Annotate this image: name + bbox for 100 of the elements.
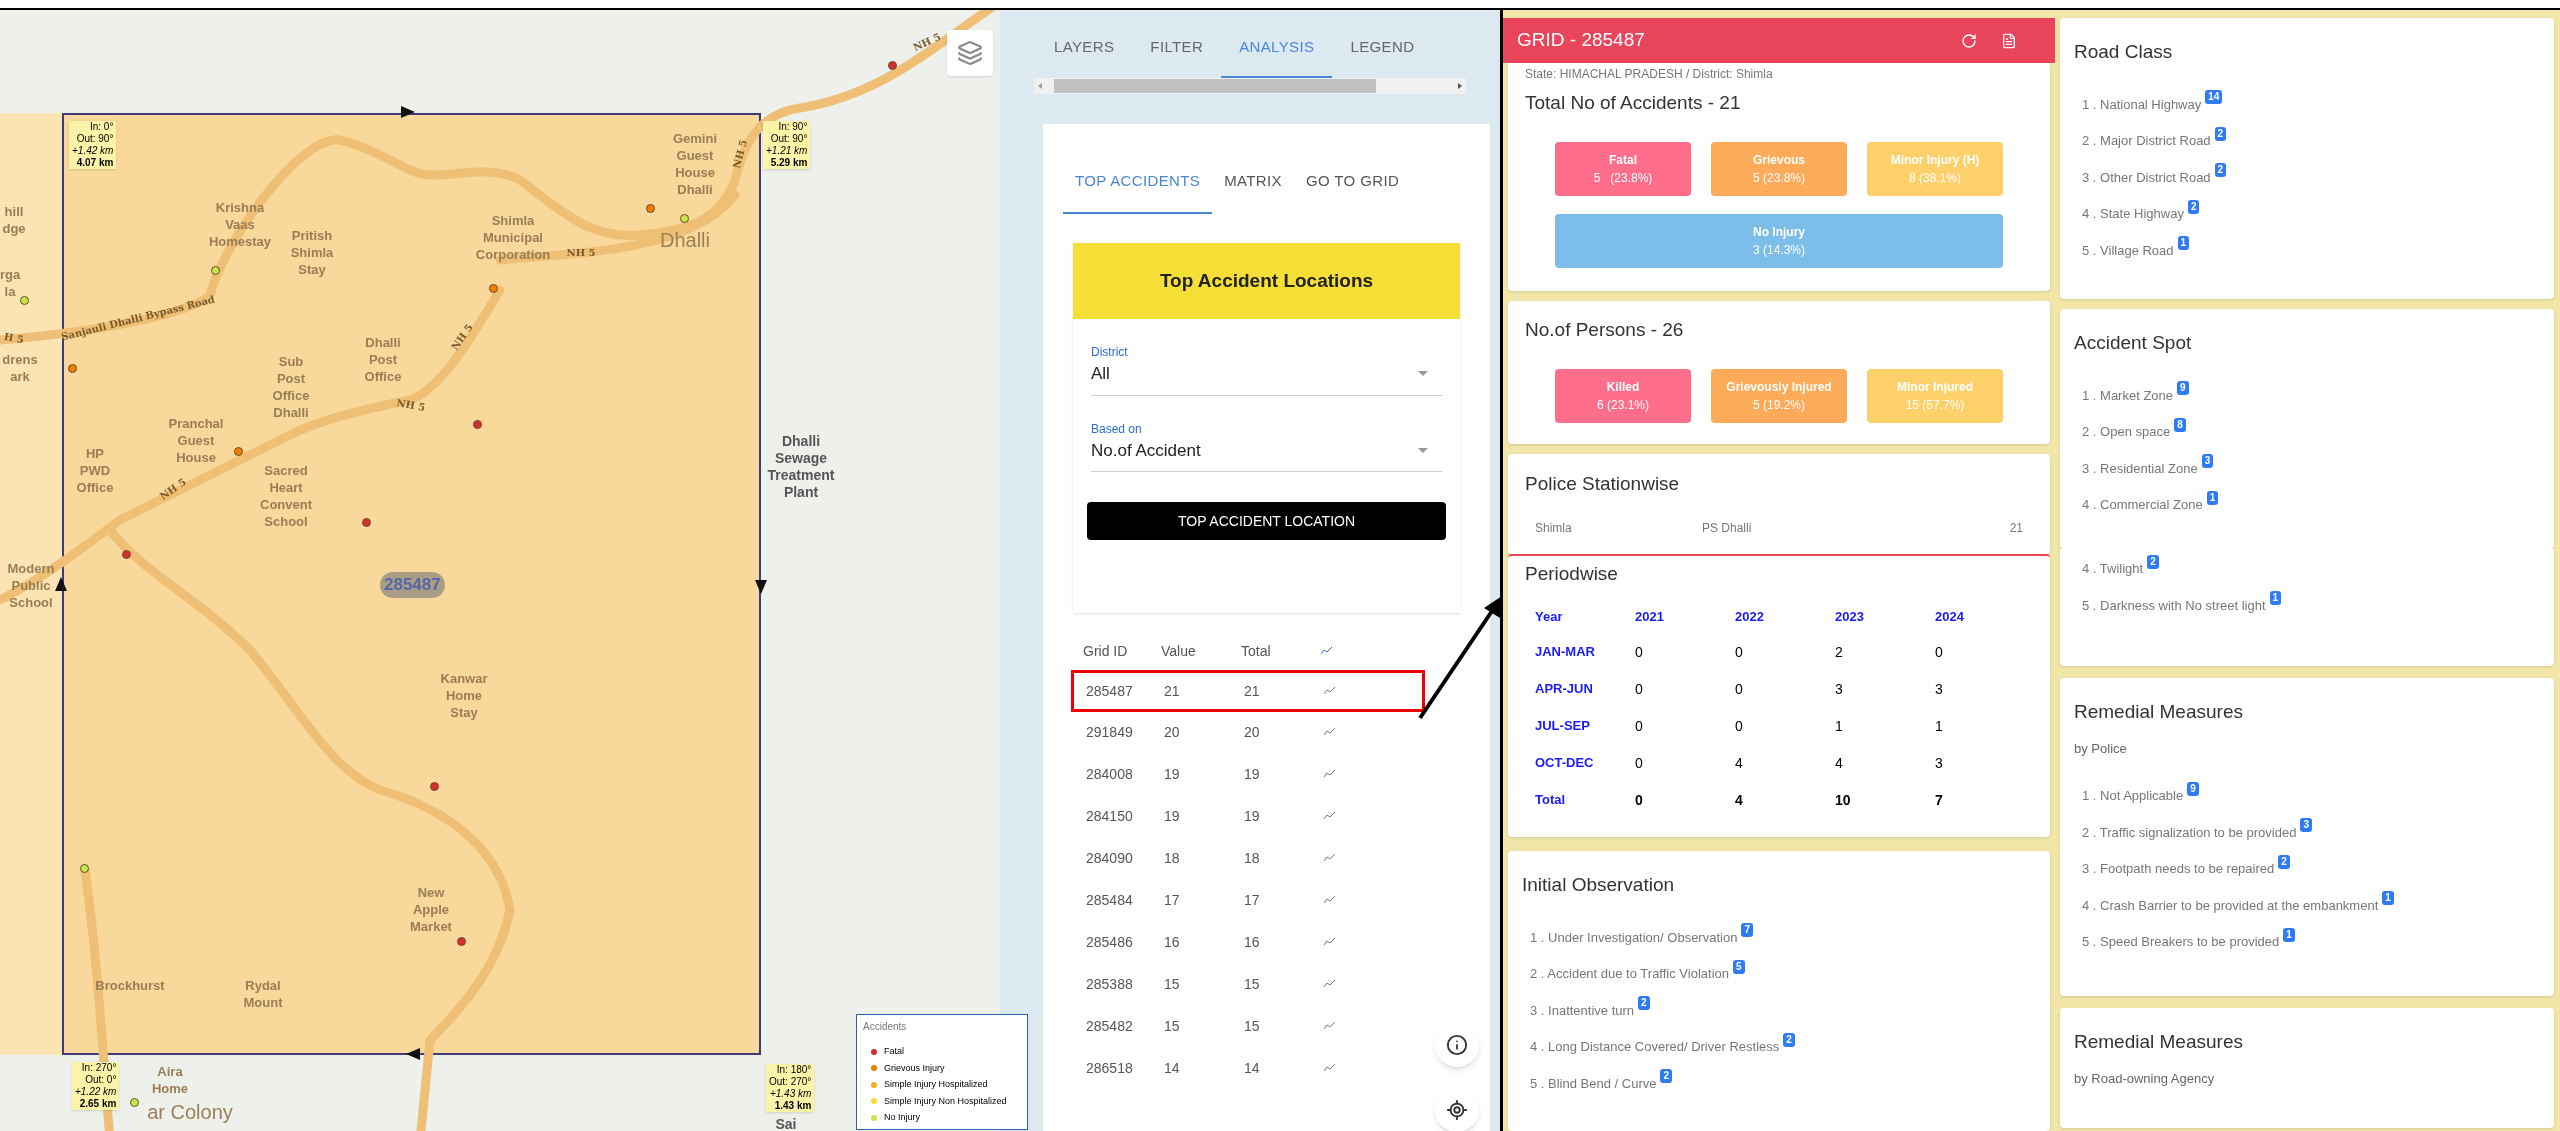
accident-marker[interactable]	[888, 61, 897, 70]
accident-marker[interactable]	[646, 204, 655, 213]
table-row[interactable]: 291849 20 20	[1071, 711, 1425, 753]
table-row[interactable]: 286518 14 14	[1071, 1047, 1425, 1089]
table-cell-text: 0	[1735, 680, 1744, 699]
select-field[interactable]: Based on No.of Accident	[1091, 419, 1442, 472]
map-place-label: Krishna Vaas Homestay	[208, 198, 272, 250]
row-header: JUL-SEP	[1535, 717, 1591, 735]
select-field[interactable]: District All	[1091, 343, 1442, 396]
card-title: Accident Spot	[2074, 331, 2193, 355]
accident-marker[interactable]	[362, 518, 371, 527]
accident-marker[interactable]	[457, 937, 466, 946]
layers-icon[interactable]	[957, 40, 983, 66]
crosshair-icon[interactable]	[1446, 1099, 1468, 1121]
panel-tab[interactable]: LAYERS	[1036, 35, 1133, 78]
map-place-label: Brockhurst	[95, 976, 165, 994]
list-item-text: 3 . Inattentive turn	[1530, 1001, 1635, 1020]
trend-icon[interactable]	[1324, 854, 1336, 862]
label-line: 4.07 km	[76, 157, 114, 169]
map-place-label: Dhalli	[660, 231, 710, 249]
column-header: 2024	[1935, 607, 1965, 626]
list-item-text: 5 . Darkness with No street light	[2082, 596, 2266, 615]
sub-tab[interactable]: GO TO GRID	[1294, 169, 1412, 214]
grid-title: GRID - 285487	[1517, 28, 1645, 53]
map-place-label: New Apple Market	[410, 883, 452, 935]
table-row[interactable]: 284150 19 19	[1071, 795, 1425, 837]
table-cell-text: 4	[1835, 754, 1844, 773]
table-cell-text: 285482	[1086, 1016, 1134, 1036]
sub-tab[interactable]: MATRIX	[1212, 169, 1294, 214]
direction-arrow-icon	[401, 106, 415, 118]
trend-icon[interactable]	[1324, 728, 1336, 736]
accident-marker[interactable]	[68, 364, 77, 373]
table-cell-text: 14	[1164, 1058, 1181, 1078]
list-item-text: 3 . Other District Road	[2082, 168, 2211, 187]
table-row[interactable]: 285486 16 16	[1071, 921, 1425, 963]
field-value: No.of Accident	[1091, 439, 1201, 462]
table-row[interactable]: 285487 21 21	[1071, 670, 1425, 712]
legend-label: Simple Injury Non Hospitalized	[884, 1094, 1007, 1108]
trend-icon[interactable]	[1324, 896, 1336, 904]
trend-icon[interactable]	[1324, 812, 1336, 820]
map-place-label: Rydal Mount	[243, 977, 283, 1011]
card-title: Total No of Accidents - 21	[1525, 91, 1742, 115]
tile-value: 5 (19.2%)	[1753, 396, 1805, 414]
accident-marker[interactable]	[211, 266, 220, 275]
accident-marker[interactable]	[680, 214, 689, 223]
refresh-icon[interactable]	[1961, 32, 1977, 49]
count-badge: 3	[2201, 454, 2214, 469]
accident-marker[interactable]	[20, 296, 29, 305]
table-row[interactable]: 284090 18 18	[1071, 837, 1425, 879]
column-header: Grid ID	[1083, 641, 1129, 661]
sub-tab[interactable]: TOP ACCIDENTS	[1063, 169, 1213, 214]
column-header: Value	[1161, 641, 1197, 661]
accident-marker[interactable]	[430, 782, 439, 791]
table-cell-text: 286518	[1086, 1058, 1134, 1078]
list-item-text: 1 . National Highway	[2082, 95, 2202, 114]
accident-marker[interactable]	[234, 447, 243, 456]
table-row[interactable]: 285484 17 17	[1071, 879, 1425, 921]
accident-marker[interactable]	[122, 550, 131, 559]
field-label: District	[1091, 344, 1129, 361]
scrollbar-thumb[interactable]	[1054, 79, 1376, 93]
table-cell-text: 20	[1164, 722, 1181, 742]
field-value: All	[1091, 363, 1110, 385]
column-header: Year	[1535, 607, 1564, 626]
table-cell-text: 18	[1164, 848, 1181, 868]
table-cell-text: 20	[1244, 722, 1261, 742]
trend-icon[interactable]	[1324, 938, 1336, 946]
count-badge: 8	[2174, 417, 2186, 432]
top-location-button[interactable]: TOP ACCIDENT LOCATION	[1087, 502, 1446, 540]
accident-marker[interactable]	[473, 420, 482, 429]
table-row[interactable]: 285388 15 15	[1071, 963, 1425, 1005]
panel-tab[interactable]: LEGEND	[1332, 35, 1433, 78]
count-badge: 2	[1638, 996, 1650, 1011]
document-icon[interactable]	[2001, 32, 2017, 49]
tile-value: 5 (23.8%)	[1753, 169, 1805, 187]
count-badge: 2	[2278, 854, 2290, 869]
panel-tab[interactable]: FILTER	[1132, 35, 1222, 78]
table-cell-text: 18	[1244, 848, 1261, 868]
count-badge: 1	[2177, 236, 2190, 251]
trend-icon[interactable]	[1321, 647, 1333, 655]
label-line: Out: 90°	[770, 133, 808, 145]
table-row[interactable]: 285482 15 15	[1071, 1005, 1425, 1047]
table-cell-text: 4	[1735, 754, 1744, 773]
accident-marker[interactable]	[489, 284, 498, 293]
table-row[interactable]: 284008 19 19	[1071, 753, 1425, 795]
map-place-label: Sub Post Office Dhalli	[272, 353, 310, 421]
trend-icon[interactable]	[1324, 980, 1336, 988]
map-place-label: Dhalli Sewage Treatment Plant	[767, 433, 835, 501]
trend-icon[interactable]	[1324, 770, 1336, 778]
trend-icon[interactable]	[1324, 687, 1336, 695]
trend-icon[interactable]	[1324, 1064, 1336, 1072]
trend-icon[interactable]	[1324, 1022, 1336, 1030]
layers-button[interactable]	[947, 30, 993, 76]
table-cell-text: 2	[1835, 643, 1844, 662]
accident-marker[interactable]	[130, 1098, 139, 1107]
horizontal-scrollbar[interactable]	[1034, 78, 1466, 94]
location-text: State: HIMACHAL PRADESH / District: Shimla	[1525, 66, 1774, 83]
table-cell-text: 3	[1835, 680, 1844, 699]
accident-marker[interactable]	[80, 864, 89, 873]
tile-label: No Injury	[1753, 223, 1805, 241]
info-icon[interactable]	[1446, 1034, 1468, 1056]
